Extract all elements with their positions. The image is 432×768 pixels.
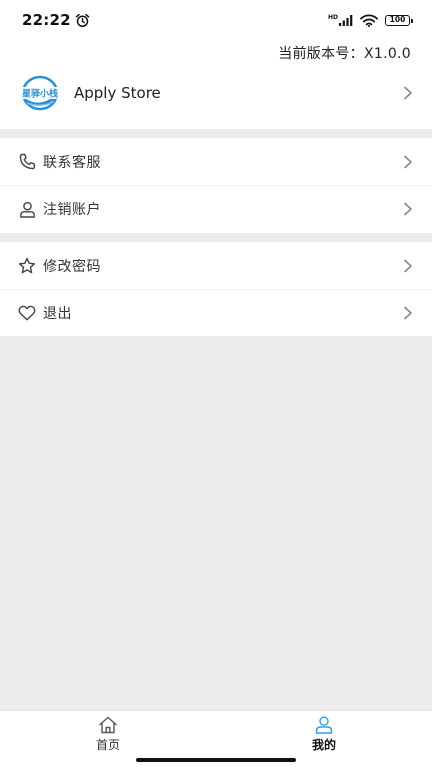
alarm-icon [75, 13, 89, 27]
status-left: 22:22 [22, 11, 90, 29]
wifi-icon [360, 14, 378, 27]
heart-icon [18, 304, 36, 322]
status-time: 22:22 [22, 11, 71, 29]
signal-indicator: HD [327, 13, 353, 26]
app-store-row[interactable]: 星驿小栈 Apply Store [0, 71, 432, 115]
status-right: HD 100 [327, 13, 413, 27]
app-logo: 星驿小栈 [20, 75, 60, 111]
network-label: HD [327, 13, 338, 21]
version-text: 当前版本号：X1.0.0 [278, 46, 411, 62]
change-password-row[interactable]: 修改密码 [0, 242, 432, 289]
profile-screen: 22:22 HD 100 当前版本号：X1.0.0 星驿小栈 Apply Sto… [0, 0, 432, 768]
delete-account-label: 注销账户 [43, 202, 101, 218]
profile-header: 当前版本号：X1.0.0 星驿小栈 Apply Store [0, 40, 432, 129]
contact-service-row[interactable]: 联系客服 [0, 138, 432, 185]
contact-service-label: 联系客服 [43, 154, 101, 171]
tab-mine-label: 我的 [311, 738, 336, 752]
user-icon [315, 716, 333, 734]
battery-level: 100 [389, 15, 406, 24]
signal-icon [339, 14, 353, 26]
home-icon [99, 716, 117, 734]
logo-text: 星驿小栈 [22, 88, 58, 100]
status-bar: 22:22 HD 100 [0, 0, 432, 40]
chevron-right-icon [404, 202, 412, 216]
change-password-label: 修改密码 [43, 258, 101, 275]
logout-row[interactable]: 退出 [0, 289, 432, 336]
menu-group-security: 修改密码 退出 [0, 242, 432, 336]
delete-account-row[interactable]: 注销账户 [0, 185, 432, 232]
chevron-right-icon [404, 155, 412, 168]
star-icon [18, 257, 36, 275]
tab-home-label: 首页 [95, 738, 120, 752]
chevron-right-icon [404, 259, 412, 272]
menu-group-account: 联系客服 注销账户 [0, 138, 432, 233]
home-indicator[interactable] [136, 758, 296, 762]
person-icon [18, 200, 36, 218]
logout-label: 退出 [43, 306, 72, 322]
chevron-right-icon [404, 86, 412, 100]
battery-icon: 100 [385, 14, 413, 26]
chevron-right-icon [404, 306, 412, 320]
app-name: Apply Store [74, 84, 161, 102]
phone-icon [18, 153, 36, 171]
